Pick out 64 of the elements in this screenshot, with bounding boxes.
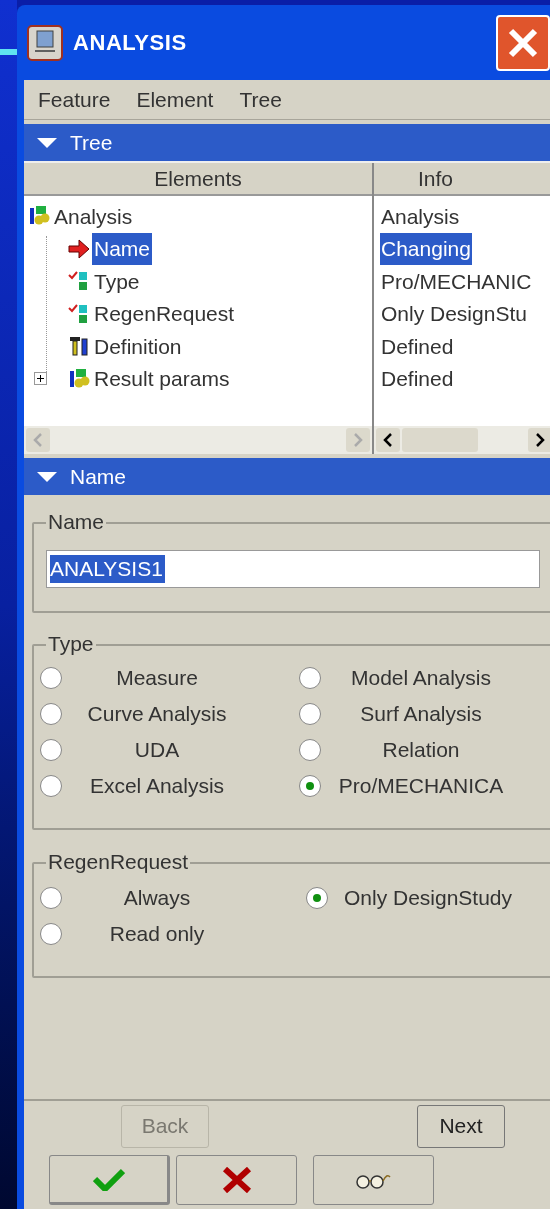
tree-item[interactable]: Name <box>92 233 153 265</box>
radio-label[interactable]: Measure <box>62 662 252 694</box>
preview-button[interactable] <box>313 1155 434 1205</box>
group-element-icon <box>68 367 90 390</box>
close-icon <box>507 27 539 59</box>
name-field[interactable]: ANALYSIS1 <box>46 550 540 588</box>
info-cell: Changing <box>380 233 472 265</box>
collapse-triangle-icon <box>36 135 58 150</box>
radio-button[interactable] <box>40 667 62 689</box>
radio-button[interactable] <box>299 703 321 725</box>
cross-icon <box>221 1167 252 1193</box>
checked-element-icon <box>68 270 90 293</box>
radio-button[interactable] <box>306 887 328 909</box>
section-header[interactable]: Tree <box>24 124 550 161</box>
collapse-triangle-icon <box>36 469 58 484</box>
radio-button[interactable] <box>299 667 321 689</box>
info-cell-text: Analysis <box>380 203 461 230</box>
radio-label[interactable]: Only DesignStudy <box>328 882 528 914</box>
tree-item[interactable]: RegenRequest <box>92 298 237 330</box>
tree-item[interactable]: Analysis <box>52 200 135 232</box>
radio-label[interactable]: Surf Analysis <box>321 698 521 730</box>
section-title: Tree <box>70 129 113 156</box>
close-button[interactable] <box>496 15 550 71</box>
tree-item[interactable]: Type <box>92 265 142 297</box>
radio-button[interactable] <box>299 775 321 797</box>
plus-icon <box>36 374 45 384</box>
window-icon <box>27 24 63 61</box>
radio-label[interactable]: UDA <box>62 734 252 766</box>
radio-button[interactable] <box>40 739 62 761</box>
scrollbar[interactable] <box>24 426 372 454</box>
radio-label[interactable]: Always <box>62 882 252 914</box>
expand-button[interactable] <box>34 372 47 386</box>
radio-button[interactable] <box>40 703 62 725</box>
radio-label[interactable]: Relation <box>321 734 521 766</box>
ok-button[interactable] <box>49 1155 170 1205</box>
radio-label[interactable]: Excel Analysis <box>62 770 252 802</box>
arrow-icon <box>68 237 90 260</box>
radio-button[interactable] <box>299 739 321 761</box>
info-cell-text: Defined <box>380 333 455 360</box>
radio-label[interactable]: Read only <box>62 918 252 950</box>
info-cell-text: Pro/MECHANIC <box>380 268 533 295</box>
menu-item[interactable]: Tree <box>239 83 282 116</box>
radio-label[interactable]: Pro/MECHANICA <box>321 770 521 802</box>
scrollbar[interactable] <box>374 426 550 454</box>
tree-item[interactable]: Definition <box>92 330 184 362</box>
cancel-button[interactable] <box>176 1155 297 1205</box>
next-button[interactable]: Next <box>417 1104 505 1148</box>
tools-icon <box>68 335 90 358</box>
checked-element-icon <box>68 302 90 325</box>
radio-label[interactable]: Curve Analysis <box>62 698 252 730</box>
radio-button[interactable] <box>40 775 62 797</box>
menu-item[interactable]: Feature <box>38 83 111 116</box>
menu-item[interactable]: Element <box>136 83 214 116</box>
info-cell-text: Defined <box>380 366 455 392</box>
radio-label[interactable]: Model Analysis <box>321 662 521 694</box>
radio-button[interactable] <box>40 887 62 909</box>
section-title: Name <box>70 463 127 490</box>
checkmark-icon <box>92 1167 125 1191</box>
window-title: ANALYSIS <box>73 29 187 57</box>
radio-button[interactable] <box>40 923 62 945</box>
info-cell-text: Only DesignStu <box>380 301 528 327</box>
field-value: ANALYSIS1 <box>50 555 165 583</box>
section-header[interactable]: Name <box>24 458 550 495</box>
tree-item[interactable]: Result params <box>92 363 232 395</box>
